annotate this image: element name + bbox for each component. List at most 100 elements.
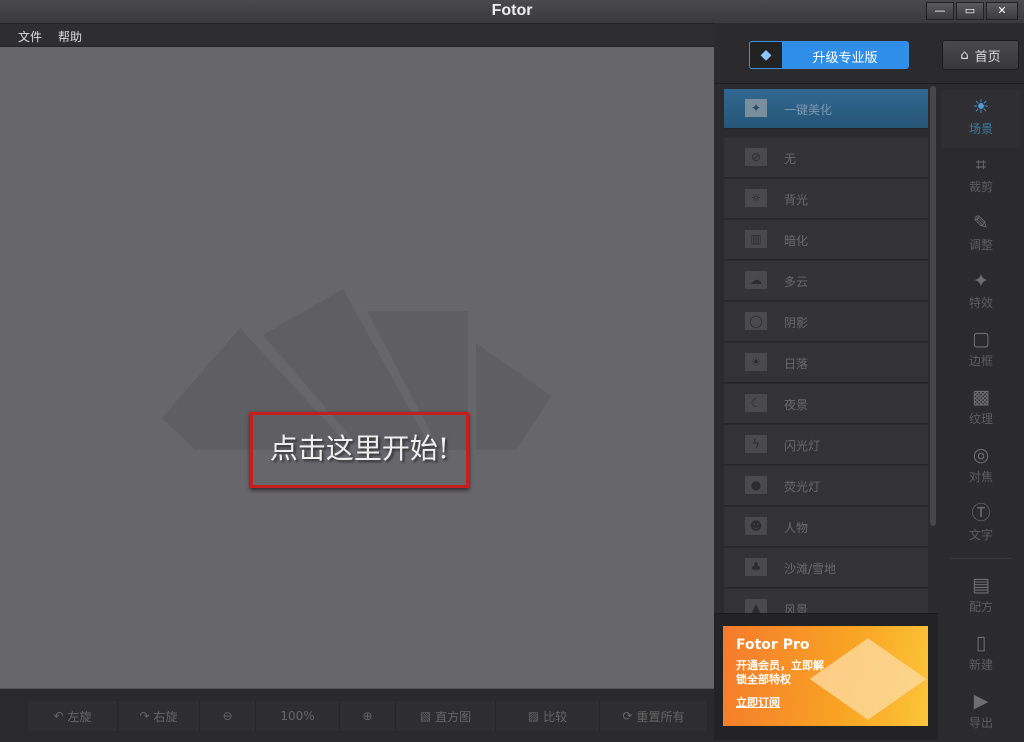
export-icon: ▶ <box>942 688 1020 714</box>
rotate-left-button[interactable]: ↶ 左旋 <box>28 701 118 731</box>
tools-divider <box>950 558 1012 559</box>
subscribe-link[interactable]: 立即订阅 <box>736 694 780 710</box>
scene-label: 日落 <box>784 355 808 372</box>
scene-item[interactable]: ♣沙滩/雪地 <box>724 548 928 588</box>
scene-item[interactable]: ◯ 阴影 <box>724 302 928 342</box>
tool-label: 导出 <box>969 716 993 730</box>
tool-label: 场景 <box>969 122 993 136</box>
tool-sun[interactable]: ☀场景 <box>942 90 1020 148</box>
scene-item[interactable]: ☁多云 <box>724 261 928 301</box>
scene-item[interactable]: ▥ 暗化 <box>724 220 928 260</box>
scene-label: 阴影 <box>784 314 808 331</box>
tool-texture[interactable]: ▩纹理 <box>942 380 1020 438</box>
home-label: 首页 <box>975 46 1001 65</box>
scene-list-scrollbar[interactable] <box>930 86 936 526</box>
scene-item[interactable]: ☼ 背光 <box>724 179 928 219</box>
reset-all-label: 重置所有 <box>637 708 685 725</box>
tool-focus[interactable]: ◎对焦 <box>942 438 1020 496</box>
none-icon: ⊘ <box>745 148 767 166</box>
upgrade-pro-button[interactable]: ◆ 升级专业版 <box>749 41 909 69</box>
scene-item[interactable]: ● 荧光灯 <box>724 466 928 506</box>
menu-help[interactable]: 帮助 <box>58 28 82 45</box>
tool-pencil[interactable]: ✎调整 <box>942 206 1020 264</box>
rotate-left-label: 左旋 <box>68 708 92 725</box>
scene-item[interactable]: ☀ 日落 <box>724 343 928 383</box>
backlight-icon: ☼ <box>745 189 767 207</box>
scene-label: 荧光灯 <box>784 478 820 495</box>
close-button[interactable]: ✕ <box>986 2 1018 20</box>
bulb-icon: ● <box>745 476 767 494</box>
scene-label: 多云 <box>784 273 808 290</box>
compare-label: 比较 <box>543 708 567 725</box>
home-icon: ⌂ <box>960 48 968 63</box>
flash-icon: ϟ <box>745 435 767 453</box>
scene-item[interactable]: ▲ 风景 <box>724 589 928 613</box>
scene-label: 沙滩/雪地 <box>784 560 836 577</box>
reset-icon: ⟳ <box>622 709 632 723</box>
magic-wand-icon: ✦ <box>745 99 767 117</box>
compare-icon: ▨ <box>528 709 539 723</box>
tool-label: 特效 <box>969 296 993 310</box>
fotor-pro-banner[interactable]: Fotor Pro 开通会员，立即解锁全部特权 立即订阅 <box>723 626 928 726</box>
tool-sparkle[interactable]: ✦ 特效 <box>942 264 1020 322</box>
tool-label: 新建 <box>969 658 993 672</box>
zoom-level: 100% <box>256 701 340 731</box>
zoom-in-button[interactable]: ⊕ <box>340 701 396 731</box>
tool-recipe[interactable]: ▤配方 <box>942 568 1020 626</box>
tool-crop[interactable]: ⌗裁剪 <box>942 148 1020 206</box>
divider <box>714 83 1024 84</box>
tool-text[interactable]: Ⓣ文字 <box>942 496 1020 554</box>
histogram-button[interactable]: ▧ 直方图 <box>396 701 496 731</box>
histogram-label: 直方图 <box>435 708 471 725</box>
scene-label: 夜景 <box>784 396 808 413</box>
tool-new-file[interactable]: ▯ 新建 <box>942 626 1020 684</box>
scene-label: 风景 <box>784 601 808 613</box>
gift-box-illustration <box>810 638 926 720</box>
click-to-start-button[interactable]: 点击这里开始! <box>250 412 469 488</box>
home-button[interactable]: ⌂ 首页 <box>942 40 1019 70</box>
zoom-in-icon: ⊕ <box>362 709 372 723</box>
sunset-icon: ☀ <box>745 353 767 371</box>
promo-description: 开通会员，立即解锁全部特权 <box>736 659 826 687</box>
maximize-button[interactable]: ▭ <box>956 2 984 20</box>
zoom-out-icon: ⊖ <box>222 709 232 723</box>
scene-item[interactable]: ✦ 一键美化 <box>724 89 928 129</box>
sparkle-icon: ✦ <box>942 268 1020 294</box>
scene-item[interactable]: ⊘无 <box>724 138 928 178</box>
canvas-area[interactable]: 点击这里开始! <box>0 47 714 688</box>
landscape-icon: ▲ <box>745 599 767 613</box>
rotate-left-icon: ↶ <box>53 709 63 723</box>
photo-fan-placeholder <box>0 47 714 688</box>
histogram-icon: ▧ <box>420 709 431 723</box>
shadow-icon: ◯ <box>745 312 767 330</box>
zoom-out-button[interactable]: ⊖ <box>200 701 256 731</box>
diamond-icon: ◆ <box>750 42 782 68</box>
scene-label: 人物 <box>784 519 808 536</box>
scene-label: 暗化 <box>784 232 808 249</box>
scene-label: 闪光灯 <box>784 437 820 454</box>
tool-label: 边框 <box>969 354 993 368</box>
compare-button[interactable]: ▨ 比较 <box>496 701 600 731</box>
scene-item[interactable]: ☾ 夜景 <box>724 384 928 424</box>
tool-label: 裁剪 <box>969 180 993 194</box>
focus-icon: ◎ <box>942 442 1020 468</box>
portrait-icon: ☻ <box>745 517 767 535</box>
rotate-right-button[interactable]: ↷ 右旋 <box>118 701 200 731</box>
minimize-button[interactable]: — <box>926 2 954 20</box>
rotate-right-icon: ↷ <box>139 709 149 723</box>
rotate-right-label: 右旋 <box>154 708 178 725</box>
scene-item[interactable]: ϟ 闪光灯 <box>724 425 928 465</box>
new-file-icon: ▯ <box>942 630 1020 656</box>
reset-all-button[interactable]: ⟳ 重置所有 <box>600 701 708 731</box>
night-icon: ☾ <box>745 394 767 412</box>
scene-label: 背光 <box>784 191 808 208</box>
darken-icon: ▥ <box>745 230 767 248</box>
menu-file[interactable]: 文件 <box>18 28 42 45</box>
scene-label: 一键美化 <box>784 101 832 118</box>
promo-title: Fotor Pro <box>736 637 810 653</box>
tool-frame[interactable]: ▢边框 <box>942 322 1020 380</box>
tool-label: 纹理 <box>969 412 993 426</box>
scene-item[interactable]: ☻ 人物 <box>724 507 928 547</box>
scene-list[interactable]: ✦ 一键美化 ⊘无 ☼ 背光 ▥ 暗化 ☁多云 ◯ 阴影 ☀ 日落 ☾ 夜景 ϟ 闪光灯 ● 荧光灯 ☻ 人物 ♣沙滩/… <box>714 86 934 613</box>
tool-export[interactable]: ▶ 导出 <box>942 684 1020 742</box>
